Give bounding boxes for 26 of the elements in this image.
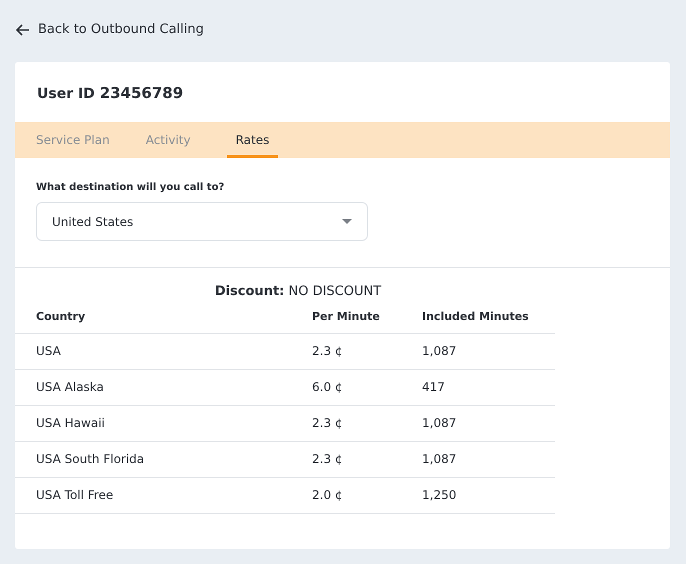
discount-text: Discount: NO DISCOUNT [214, 283, 382, 301]
table-cell-text: USA Hawaii [36, 415, 106, 432]
table-cell-text: 1,087 [422, 343, 458, 360]
table-cell-text: USA South Florida [36, 451, 146, 468]
table-cell-text: 2.3 ¢ [312, 343, 344, 360]
tab[interactable]: Rates [226, 122, 278, 158]
user-id-title: User ID 23456789 [37, 82, 184, 104]
column-header: Included Minutes [422, 308, 530, 325]
table-cell-text: 417 [422, 379, 446, 396]
table-cell-text: USA Toll Free [36, 487, 114, 504]
table-cell-text: 2.3 ¢ [312, 451, 344, 468]
arrow-left-icon [16, 24, 30, 36]
field-label: What destination will you call to? [36, 181, 226, 195]
table-cell-text: 1,087 [422, 415, 458, 432]
column-header: Per Minute [312, 308, 381, 325]
table-cell-text: 1,087 [422, 451, 458, 468]
table-cell-text: USA [36, 343, 62, 360]
table-cell-text: USA Alaska [36, 379, 105, 396]
column-header: Country [36, 308, 86, 325]
caret-down-icon [342, 219, 352, 224]
back-link[interactable]: Back to Outbound Calling [16, 20, 204, 40]
destination-select[interactable]: United States [36, 202, 368, 241]
table-cell-text: 6.0 ¢ [312, 379, 344, 396]
table-cell-text: 1,250 [422, 487, 458, 504]
table-cell-text: 2.3 ¢ [312, 415, 344, 432]
table-cell-text: 2.0 ¢ [312, 487, 344, 504]
